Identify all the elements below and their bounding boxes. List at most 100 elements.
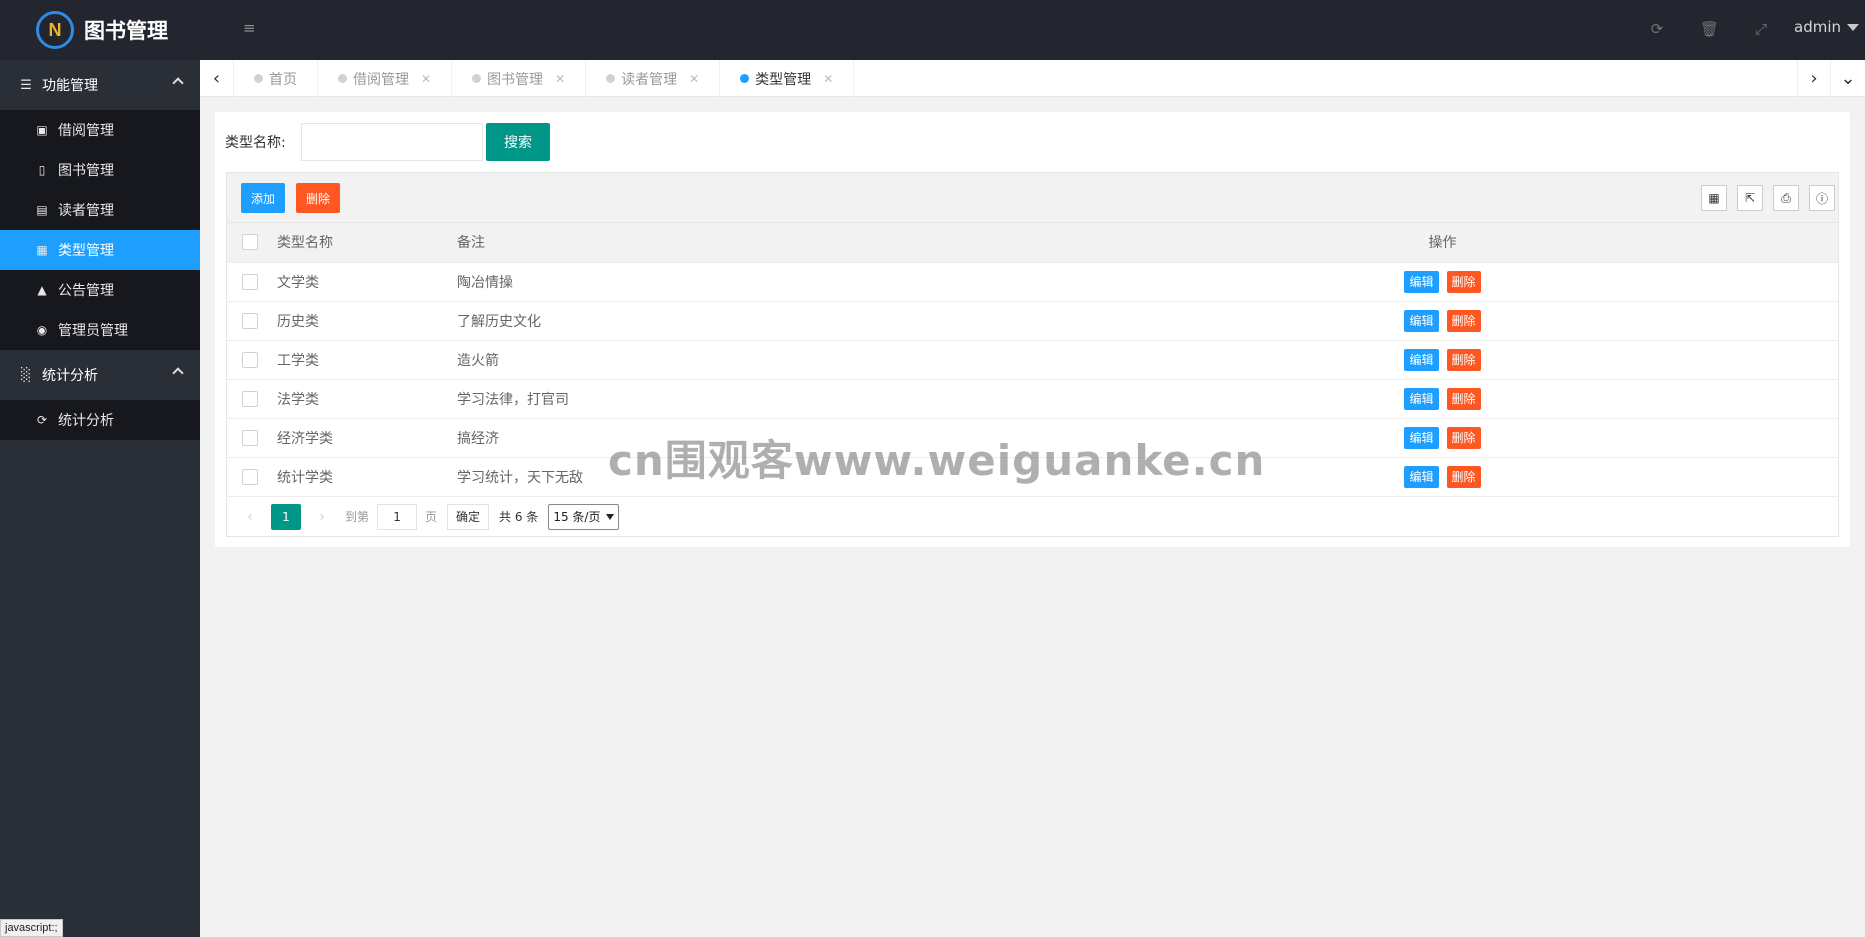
logo-icon: N [36, 11, 74, 49]
info-icon[interactable]: ⓘ [1809, 185, 1835, 211]
cell-note: 学习法律，打官司 [457, 379, 1047, 419]
close-icon[interactable]: ✕ [421, 72, 431, 86]
sidebar-item-label: 类型管理 [58, 243, 114, 259]
sidebar-item-types[interactable]: ▦ 类型管理 [0, 230, 200, 270]
refresh-icon: ⟳ [36, 413, 48, 427]
sidebar-item-borrow[interactable]: ▣ 借阅管理 [0, 110, 200, 150]
tab-menu-chevron-down-icon[interactable]: ⌄ [1831, 60, 1865, 97]
row-checkbox-cell [227, 379, 277, 419]
delete-button[interactable]: 删除 [1446, 387, 1481, 410]
sidebar-item-admins[interactable]: ◉ 管理员管理 [0, 310, 200, 350]
cell-type-name: 文学类 [277, 262, 457, 302]
table-header-row: 类型名称 备注 操作 [227, 223, 1838, 263]
row-checkbox[interactable] [242, 468, 258, 485]
sidebar-group-function[interactable]: ☰ 功能管理 [0, 60, 200, 110]
window-icon: ▣ [36, 123, 48, 137]
edit-button[interactable]: 编辑 [1404, 270, 1439, 293]
table-row: 法学类 学习法律，打官司 编辑 删除 [227, 379, 1838, 419]
sidebar-submenu-stats: ⟳ 统计分析 [0, 400, 200, 440]
sidebar-item-books[interactable]: ▯ 图书管理 [0, 150, 200, 190]
chevron-up-icon [172, 77, 184, 89]
edit-button[interactable]: 编辑 [1404, 465, 1439, 488]
row-checkbox[interactable] [242, 429, 258, 446]
goto-page-input[interactable]: 1 [377, 503, 418, 530]
delete-button[interactable]: 删除 [1446, 309, 1481, 332]
delete-button[interactable]: 删除 [1446, 465, 1481, 488]
tab-dot-icon [254, 74, 263, 83]
tab-label: 图书管理 [487, 71, 544, 88]
tab-books[interactable]: 图书管理 ✕ [452, 60, 587, 97]
goto-confirm-button[interactable]: 确定 [447, 503, 490, 530]
refresh-icon[interactable]: ⟳ [1648, 20, 1666, 38]
status-tooltip: javascript:; [0, 919, 63, 937]
row-checkbox-cell [227, 418, 277, 458]
tab-dot-icon [338, 74, 347, 83]
edit-button[interactable]: 编辑 [1404, 348, 1439, 371]
delete-button[interactable]: 删除 [1446, 270, 1481, 293]
tab-types[interactable]: 类型管理 ✕ [720, 60, 855, 97]
tab-readers[interactable]: 读者管理 ✕ [586, 60, 721, 97]
logo[interactable]: N 图书管理 [0, 0, 200, 60]
close-icon[interactable]: ✕ [823, 72, 833, 86]
sidebar-item-label: 读者管理 [58, 203, 114, 219]
sidebar-item-stats[interactable]: ⟳ 统计分析 [0, 400, 200, 440]
sidebar-item-notices[interactable]: ▲ 公告管理 [0, 270, 200, 310]
cell-type-name: 工学类 [277, 340, 457, 380]
row-checkbox[interactable] [242, 390, 258, 407]
prev-page-icon[interactable]: ‹ [241, 509, 259, 525]
row-checkbox[interactable] [242, 351, 258, 368]
row-checkbox[interactable] [242, 312, 258, 329]
tab-label: 借阅管理 [353, 71, 409, 88]
fullscreen-icon[interactable]: ⤢ [1752, 20, 1770, 38]
close-icon[interactable]: ✕ [689, 72, 699, 86]
book-icon: ▯ [38, 163, 46, 177]
search-button[interactable]: 搜索 [486, 123, 550, 161]
select-all-checkbox[interactable] [242, 234, 258, 251]
row-checkbox[interactable] [242, 273, 258, 290]
page-size-select[interactable]: 15 条/页 [548, 503, 620, 530]
sidebar-item-label: 借阅管理 [58, 123, 114, 139]
current-page[interactable]: 1 [271, 503, 301, 530]
trash-icon[interactable]: 🗑 [1700, 20, 1719, 38]
add-button[interactable]: 添加 [241, 183, 286, 213]
watermark: cn围观客www.weiguanke.cn [608, 436, 1266, 485]
tab-scroll-left-icon[interactable]: ‹ [200, 60, 234, 97]
table-row: 文学类 陶冶情操 编辑 删除 [227, 262, 1838, 302]
edit-button[interactable]: 编辑 [1404, 426, 1439, 449]
tab-dot-icon [606, 74, 616, 83]
sidebar-item-readers[interactable]: ▤ 读者管理 [0, 190, 200, 230]
tab-home[interactable]: 首页 [234, 60, 318, 97]
cell-note: 造火箭 [457, 340, 1047, 380]
tab-bar: ‹ 首页 借阅管理 ✕ 图书管理 ✕ 读者管理 ✕ 类型管理 ✕ › ⌄ [200, 60, 1865, 97]
columns-icon[interactable]: ▦ [1701, 185, 1727, 211]
file-icon: ▦ [36, 243, 48, 257]
sidebar: ☰ 功能管理 ▣ 借阅管理 ▯ 图书管理 ▤ 读者管理 ▦ 类型管理 ▲ 公告管… [0, 60, 200, 937]
next-page-icon[interactable]: › [313, 509, 331, 525]
tab-scroll-right-icon[interactable]: › [1797, 60, 1831, 97]
tab-dot-icon [740, 74, 750, 83]
cell-type-name: 经济学类 [277, 418, 457, 458]
tab-borrow[interactable]: 借阅管理 ✕ [318, 60, 453, 97]
export-icon[interactable]: ⇱ [1737, 185, 1763, 211]
row-checkbox-cell [227, 301, 277, 341]
card-icon: ▤ [36, 203, 48, 217]
sidebar-item-label: 图书管理 [58, 163, 114, 179]
column-header-name: 类型名称 [277, 223, 457, 263]
delete-button[interactable]: 删除 [1446, 426, 1481, 449]
edit-button[interactable]: 编辑 [1404, 309, 1439, 332]
sidebar-item-label: 管理员管理 [58, 323, 128, 339]
row-checkbox-cell [227, 262, 277, 302]
close-icon[interactable]: ✕ [555, 72, 565, 86]
sidebar-group-label: 功能管理 [42, 78, 98, 94]
chevron-up-icon [172, 367, 184, 379]
edit-button[interactable]: 编辑 [1404, 387, 1439, 410]
print-icon[interactable]: ⎙ [1773, 185, 1799, 211]
sidebar-group-stats[interactable]: ░ 统计分析 [0, 350, 200, 400]
delete-button[interactable]: 删除 [1446, 348, 1481, 371]
tab-label: 类型管理 [755, 71, 812, 88]
type-name-search-input[interactable] [301, 123, 483, 161]
menu-toggle-icon[interactable]: ≡ [243, 20, 259, 36]
user-menu[interactable]: admin [1794, 18, 1859, 36]
table-toolbar: 添加 删除 ▦ ⇱ ⎙ ⓘ [227, 173, 1838, 223]
batch-delete-button[interactable]: 删除 [296, 183, 341, 213]
